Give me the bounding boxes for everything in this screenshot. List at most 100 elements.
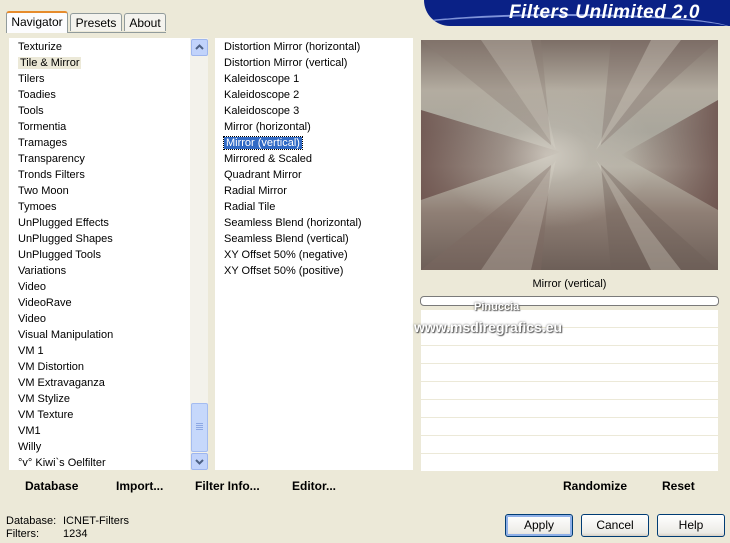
- filter-item-label: Mirror (vertical): [223, 136, 303, 150]
- category-item-label: Willy: [18, 441, 42, 453]
- parameter-row: [421, 346, 718, 364]
- category-item[interactable]: Video: [18, 311, 46, 327]
- right-button-bar: Randomize Reset: [418, 471, 721, 499]
- category-item[interactable]: Tile & Mirror: [18, 55, 82, 71]
- category-item[interactable]: UnPlugged Tools: [18, 247, 101, 263]
- category-item[interactable]: Variations: [18, 263, 66, 279]
- filter-item-label: Mirrored & Scaled: [224, 153, 313, 165]
- category-item-label: Tile & Mirror: [18, 57, 82, 69]
- watermark-line1: Pinuccia: [474, 301, 520, 313]
- status-database-value: ICNET-Filters: [63, 515, 129, 527]
- category-item[interactable]: Texturize: [18, 39, 62, 55]
- filter-item-label: Radial Tile: [224, 201, 276, 213]
- category-item[interactable]: Tronds Filters: [18, 167, 85, 183]
- preview-rays: [421, 40, 718, 270]
- filter-item[interactable]: Mirrored & Scaled: [224, 151, 312, 167]
- tab-about[interactable]: About: [124, 13, 166, 31]
- filter-item[interactable]: Kaleidoscope 1: [224, 71, 299, 87]
- category-item-label: Video: [18, 313, 46, 325]
- category-item[interactable]: Tools: [18, 103, 44, 119]
- parameter-row: [421, 400, 718, 418]
- filter-item-label: Kaleidoscope 3: [224, 105, 300, 117]
- filter-item[interactable]: Seamless Blend (horizontal): [224, 215, 362, 231]
- category-item[interactable]: VM Distortion: [18, 359, 84, 375]
- filter-item-label: Radial Mirror: [224, 185, 287, 197]
- category-item[interactable]: Tymoes: [18, 199, 57, 215]
- category-item[interactable]: UnPlugged Shapes: [18, 231, 113, 247]
- tab-presets[interactable]: Presets: [70, 13, 122, 31]
- category-item[interactable]: VM1: [18, 423, 41, 439]
- category-item-label: UnPlugged Shapes: [18, 233, 113, 245]
- filter-item[interactable]: Kaleidoscope 2: [224, 87, 299, 103]
- category-item[interactable]: VM Texture: [18, 407, 73, 423]
- progress-bar: [420, 296, 719, 306]
- category-item-label: Variations: [18, 265, 67, 277]
- banner-title: Filters Unlimited 2.0: [508, 2, 700, 23]
- help-button[interactable]: Help: [657, 514, 725, 537]
- category-item-label: VM1: [18, 425, 41, 437]
- filter-item-label: Kaleidoscope 2: [224, 89, 300, 101]
- filter-info-button[interactable]: Filter Info...: [195, 479, 260, 493]
- filter-item[interactable]: Distortion Mirror (vertical): [224, 55, 347, 71]
- category-item[interactable]: Video: [18, 279, 46, 295]
- category-item[interactable]: Willy: [18, 439, 41, 455]
- database-button[interactable]: Database: [25, 479, 78, 493]
- category-item[interactable]: VideoRave: [18, 295, 72, 311]
- category-item-label: Video: [18, 281, 46, 293]
- editor-button[interactable]: Editor...: [292, 479, 336, 493]
- filter-item[interactable]: Mirror (horizontal): [224, 119, 311, 135]
- filter-list[interactable]: Distortion Mirror (horizontal) Distortion…: [215, 38, 413, 470]
- category-item[interactable]: UnPlugged Effects: [18, 215, 109, 231]
- parameter-row: [421, 454, 718, 472]
- filter-item[interactable]: Distortion Mirror (horizontal): [224, 39, 360, 55]
- cancel-button[interactable]: Cancel: [581, 514, 649, 537]
- apply-button[interactable]: Apply: [505, 514, 573, 537]
- category-item[interactable]: Visual Manipulation: [18, 327, 113, 343]
- parameter-row: [421, 382, 718, 400]
- filter-item[interactable]: Quadrant Mirror: [224, 167, 302, 183]
- category-item[interactable]: Transparency: [18, 151, 85, 167]
- parameter-row: [421, 418, 718, 436]
- category-item[interactable]: Toadies: [18, 87, 56, 103]
- filter-item-label: Quadrant Mirror: [224, 169, 302, 181]
- category-item-label: Texturize: [18, 41, 63, 53]
- status-filters-value: 1234: [63, 528, 88, 540]
- scroll-thumb[interactable]: [191, 403, 208, 452]
- filter-item[interactable]: Radial Mirror: [224, 183, 287, 199]
- filter-item[interactable]: Mirror (vertical): [223, 135, 303, 151]
- category-item-label: VM Stylize: [18, 393, 70, 405]
- scroll-up-button[interactable]: [191, 39, 208, 56]
- filter-item-label: XY Offset 50% (positive): [224, 265, 344, 277]
- category-item[interactable]: °v° Kiwi`s Oelfilter: [18, 455, 106, 470]
- category-item[interactable]: Two Moon: [18, 183, 69, 199]
- category-item[interactable]: Tilers: [18, 71, 44, 87]
- filter-item[interactable]: Kaleidoscope 3: [224, 103, 299, 119]
- chevron-down-icon: [195, 459, 204, 465]
- category-scrollbar[interactable]: [190, 38, 208, 470]
- category-list[interactable]: Texturize Tile & Mirror Tilers Toadies Tools…: [9, 38, 208, 470]
- filter-item[interactable]: Seamless Blend (vertical): [224, 231, 349, 247]
- parameter-row: [421, 364, 718, 382]
- filter-item[interactable]: XY Offset 50% (positive): [224, 263, 343, 279]
- scroll-down-button[interactable]: [191, 453, 208, 470]
- filter-preview-image: [421, 40, 718, 270]
- reset-button[interactable]: Reset: [662, 479, 695, 493]
- watermark-line2: www.msdiregrafics.eu: [414, 319, 563, 335]
- category-item-label: UnPlugged Effects: [18, 217, 109, 229]
- category-item[interactable]: Tormentia: [18, 119, 66, 135]
- status-database-label: Database:: [6, 515, 57, 527]
- category-item[interactable]: VM 1: [18, 343, 44, 359]
- category-item[interactable]: VM Stylize: [18, 391, 70, 407]
- chevron-up-icon: [195, 44, 204, 50]
- category-item[interactable]: VM Extravaganza: [18, 375, 105, 391]
- status-filters-label: Filters:: [6, 528, 39, 540]
- category-item-label: Tormentia: [18, 121, 67, 133]
- filter-item-label: Distortion Mirror (horizontal): [224, 41, 361, 53]
- randomize-button[interactable]: Randomize: [563, 479, 627, 493]
- import-button[interactable]: Import...: [116, 479, 163, 493]
- filter-item[interactable]: XY Offset 50% (negative): [224, 247, 348, 263]
- tab-navigator[interactable]: Navigator: [6, 11, 68, 33]
- filter-item[interactable]: Radial Tile: [224, 199, 275, 215]
- category-item[interactable]: Tramages: [18, 135, 67, 151]
- filter-item-label: Mirror (horizontal): [224, 121, 311, 133]
